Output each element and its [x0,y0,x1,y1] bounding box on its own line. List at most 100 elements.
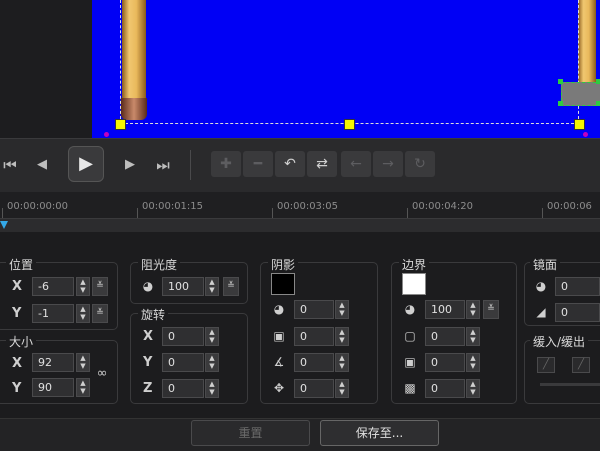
to-start-icon[interactable]: ⏮ [0,147,20,183]
rotation-z-field[interactable]: 0 [162,379,204,398]
opacity-field[interactable]: 100 [162,277,204,296]
fade-slider[interactable] [540,383,600,386]
resize-handle-bottom-right[interactable] [574,119,585,130]
timecode-label: 00:00:06 [547,201,592,212]
reset-button[interactable]: 重置 [191,420,310,446]
prev-keyframe-button[interactable]: ← [341,151,371,177]
position-x-field[interactable]: -6 [32,277,74,296]
position-y-field[interactable]: -1 [32,304,74,323]
opacity-spinner[interactable]: ▲ ▼ [205,277,219,296]
size-x-label: X [12,356,23,371]
magenta-handle[interactable] [583,132,588,137]
mirror-opacity-icon: ◕ [535,279,547,293]
border-blur-spinner[interactable]: ▲ ▼ [466,353,480,372]
position-y-keyframe-button[interactable]: ≚ [92,304,108,323]
position-y-spinner[interactable]: ▲ ▼ [76,304,90,323]
border-blur-field[interactable]: 0 [425,353,465,372]
size-x-field[interactable]: 92 [32,353,74,372]
rotation-y-spinner[interactable]: ▲ ▼ [205,353,219,372]
shadow-opacity-spinner[interactable]: ▲ ▼ [335,300,349,319]
resize-handle-bottom-left[interactable] [115,119,126,130]
ruler-tick [272,208,273,218]
size-y-spinner[interactable]: ▲ ▼ [76,378,90,397]
selection-box[interactable] [120,0,579,124]
overlay-handle[interactable] [558,101,563,106]
border-opacity-field[interactable]: 100 [425,300,465,319]
to-end-icon[interactable]: ⏭ [150,147,176,183]
shadow-distance-spinner[interactable]: ▲ ▼ [335,379,349,398]
size-label: 大小 [6,333,37,350]
fade-label: 缓入/缓出 [530,333,589,350]
size-x-spinner[interactable]: ▲ ▼ [76,353,90,372]
rotation-z-spinner[interactable]: ▲ ▼ [205,379,219,398]
ruler-tick [407,208,408,218]
border-opacity-icon: ◕ [404,302,416,316]
remove-keyframe-button[interactable]: ━ [243,151,273,177]
border-corner-spinner[interactable]: ▲ ▼ [466,379,480,398]
rotation-label: 旋转 [138,306,169,323]
shadow-angle-field[interactable]: 0 [294,353,334,372]
shadow-opacity-icon: ◕ [273,302,285,316]
add-keyframe-button[interactable]: ✚ [211,151,241,177]
shadow-angle-icon: ∡ [273,355,285,369]
position-x-spinner[interactable]: ▲ ▼ [76,277,90,296]
border-label: 边界 [399,256,430,273]
overlay-handle[interactable] [596,101,600,106]
link-aspect-icon[interactable]: ∞ [95,367,109,381]
shadow-distance-icon: ✥ [273,381,285,395]
prev-frame-icon[interactable]: ◀ [30,147,54,183]
border-keyframe-button[interactable]: ≚ [483,300,499,319]
position-y-label: Y [12,306,22,321]
rotation-x-label: X [143,329,154,344]
opacity-icon: ◕ [142,279,154,293]
copy-keyframe-button[interactable]: ↻ [405,151,435,177]
border-width-spinner[interactable]: ▲ ▼ [466,327,480,346]
rotation-x-spinner[interactable]: ▲ ▼ [205,327,219,346]
shadow-angle-spinner[interactable]: ▲ ▼ [335,353,349,372]
rotation-x-field[interactable]: 0 [162,327,204,346]
opacity-label: 阻光度 [138,256,181,273]
timecode-label: 00:00:01:15 [142,201,204,212]
fade-out-icon[interactable]: ╱ [572,357,590,373]
mirror-opacity-field[interactable]: 0 [555,277,600,296]
overlay-handle[interactable] [558,79,563,84]
playhead-marker[interactable] [0,221,8,229]
ruler-tick [2,208,3,218]
ruler-tick [542,208,543,218]
border-blur-icon: ▣ [404,355,416,369]
shadow-opacity-field[interactable]: 0 [294,300,334,319]
size-y-field[interactable]: 90 [32,378,74,397]
shadow-blur-field[interactable]: 0 [294,327,334,346]
magenta-handle[interactable] [104,132,109,137]
border-width-field[interactable]: 0 [425,327,465,346]
border-opacity-spinner[interactable]: ▲ ▼ [466,300,480,319]
border-corner-icon: ▩ [404,381,416,395]
toolbar-divider [190,150,191,180]
save-to-button[interactable]: 保存至... [320,420,439,446]
mirror-gradient-icon: ◢ [536,305,546,319]
opacity-keyframe-button[interactable]: ≚ [223,277,239,296]
shadow-color-swatch[interactable] [271,273,295,295]
play-button[interactable]: ▶ [68,146,104,182]
rotation-y-field[interactable]: 0 [162,353,204,372]
overlay-handle[interactable] [596,79,600,84]
border-color-swatch[interactable] [402,273,426,295]
reverse-keyframe-button[interactable]: ↶ [275,151,305,177]
mirror-gradient-field[interactable]: 0 [555,303,600,322]
shadow-distance-field[interactable]: 0 [294,379,334,398]
border-corner-field[interactable]: 0 [425,379,465,398]
shadow-blur-spinner[interactable]: ▲ ▼ [335,327,349,346]
timecode-label: 00:00:03:05 [277,201,339,212]
ruler-tick [137,208,138,218]
timecode-label: 00:00:00:00 [7,201,69,212]
swap-keyframe-button[interactable]: ⇄ [307,151,337,177]
next-frame-icon[interactable]: ▶ [118,147,142,183]
resize-handle-bottom-center[interactable] [344,119,355,130]
grey-overlay-object[interactable] [561,82,600,106]
timecode-label: 00:00:04:20 [412,201,474,212]
position-x-keyframe-button[interactable]: ≚ [92,277,108,296]
fade-in-icon[interactable]: ╱ [537,357,555,373]
rotation-z-label: Z [143,381,153,396]
position-label: 位置 [6,256,37,273]
next-keyframe-button[interactable]: → [373,151,403,177]
